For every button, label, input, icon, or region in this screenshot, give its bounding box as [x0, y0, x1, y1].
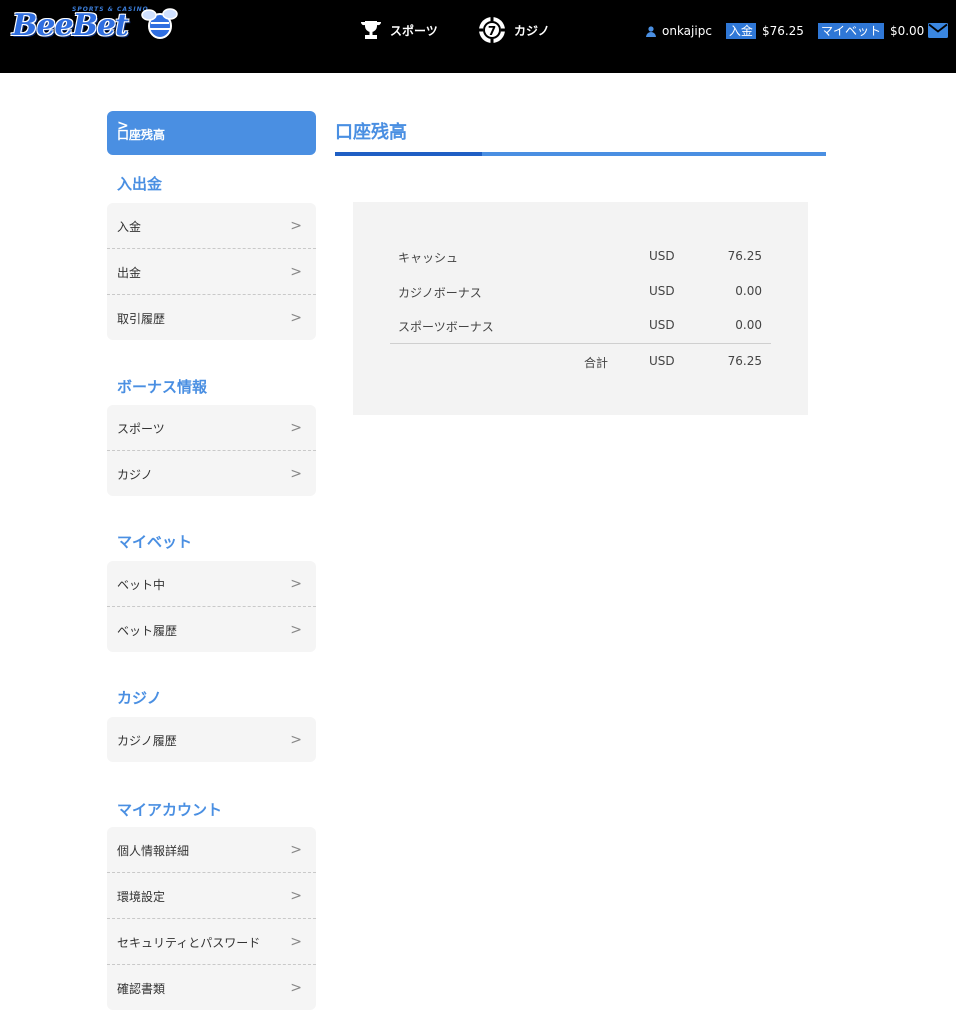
balance-value: 0.00 — [735, 318, 762, 332]
chevron-right-icon: > — [290, 309, 302, 326]
sidebar-item-label: カジノ — [117, 468, 153, 482]
section-title-casino: カジノ — [117, 689, 162, 707]
chevron-right-icon: > — [290, 979, 302, 996]
casino-chip-icon: 7 — [479, 17, 505, 43]
top-header: SPORTS & CASINO BeeBet スポーツ 7 カジノ onkaji… — [0, 0, 956, 73]
deposit-amount: $76.25 — [761, 24, 804, 38]
chevron-right-icon: > — [290, 887, 302, 904]
sidebar-item-label: スポーツ — [117, 422, 165, 436]
sidebar-item-verification-documents[interactable]: 確認書類 > — [107, 964, 316, 1010]
balance-total-row: 合計 USD 76.25 — [398, 354, 770, 374]
sidebar-item-security-password[interactable]: セキュリティとパスワード > — [107, 918, 316, 964]
sidebar-item-label: ベット中 — [117, 578, 166, 592]
sidebar-item-withdraw[interactable]: 出金 > — [107, 248, 316, 294]
sidebar-group-bonus-info: スポーツ > カジノ > — [107, 405, 316, 496]
balance-name: カジノボーナス — [398, 286, 482, 300]
sidebar-group-deposit-withdraw: 入金 > 出金 > 取引履歴 > — [107, 203, 316, 340]
balance-panel: キャッシュ USD 76.25 カジノボーナス USD 0.00 スポーツボーナ… — [353, 202, 808, 415]
sidebar-item-transaction-history[interactable]: 取引履歴 > — [107, 294, 316, 340]
chevron-right-icon: > — [117, 118, 129, 134]
trophy-icon — [360, 21, 382, 39]
sidebar-group-my-account: 個人情報詳細 > 環境設定 > セキュリティとパスワード > 確認書類 > — [107, 827, 316, 1010]
sidebar-item-casino-bonus[interactable]: カジノ > — [107, 450, 316, 496]
chevron-right-icon: > — [290, 621, 302, 638]
sidebar-group-my-bets: ベット中 > ベット履歴 > — [107, 561, 316, 652]
balance-currency: USD — [649, 249, 675, 263]
sidebar-item-deposit[interactable]: 入金 > — [107, 203, 316, 248]
nav-sports[interactable]: スポーツ — [360, 16, 438, 44]
sidebar-item-label: 入金 — [117, 220, 142, 234]
chevron-right-icon: > — [290, 465, 302, 482]
sidebar-item-bet-history[interactable]: ベット履歴 > — [107, 606, 316, 652]
sidebar-item-label: 出金 — [117, 266, 142, 280]
sidebar-item-casino-history[interactable]: カジノ履歴 > — [107, 717, 316, 762]
section-title-deposit-withdraw: 入出金 — [117, 175, 163, 193]
sidebar-item-label: 確認書類 — [117, 982, 166, 996]
sidebar-item-label: セキュリティとパスワード — [117, 936, 261, 950]
balance-value: 76.25 — [727, 249, 762, 263]
sidebar-item-label: 取引履歴 — [117, 312, 166, 326]
nav-casino[interactable]: 7 カジノ — [478, 16, 550, 44]
balance-row: キャッシュ USD 76.25 — [398, 249, 770, 269]
balance-value: 0.00 — [735, 284, 762, 298]
chevron-right-icon: > — [290, 575, 302, 592]
balance-name: キャッシュ — [398, 251, 459, 265]
section-title-bonus-info: ボーナス情報 — [117, 378, 208, 396]
chevron-right-icon: > — [290, 841, 302, 858]
username[interactable]: onkajipc — [662, 24, 712, 38]
bee-mascot-icon — [141, 8, 178, 39]
logo-text: BeeBet — [12, 8, 129, 43]
beebet-logo[interactable]: SPORTS & CASINO BeeBet — [12, 4, 178, 44]
nav-casino-label: カジノ — [514, 23, 550, 38]
chevron-right-icon: > — [290, 731, 302, 748]
page-title: 口座残高 — [335, 122, 407, 143]
chevron-right-icon: > — [290, 217, 302, 234]
sidebar-item-label: 環境設定 — [117, 890, 166, 904]
user-area: onkajipc 入金 $76.25 マイベット $0.00 — [646, 22, 938, 40]
balance-currency: USD — [649, 284, 675, 298]
total-value: 76.25 — [727, 354, 762, 368]
title-underline — [335, 152, 826, 156]
balance-name: スポーツボーナス — [398, 320, 494, 334]
section-title-my-bets: マイベット — [117, 533, 193, 551]
sidebar-item-label: 個人情報詳細 — [117, 844, 190, 858]
balance-row: カジノボーナス USD 0.00 — [398, 284, 770, 304]
sidebar-group-casino: カジノ履歴 > — [107, 717, 316, 762]
sidebar-item-personal-details[interactable]: 個人情報詳細 > — [107, 827, 316, 872]
total-divider — [390, 343, 771, 344]
sidebar-item-account-balance[interactable]: 口座残高 > — [107, 111, 316, 155]
sidebar-item-label: ベット履歴 — [117, 624, 178, 638]
mybet-amount: $0.00 — [889, 24, 925, 38]
total-label: 合計 — [584, 356, 609, 370]
svg-text:7: 7 — [488, 24, 496, 38]
chevron-right-icon: > — [290, 263, 302, 280]
sidebar-item-sports-bonus[interactable]: スポーツ > — [107, 405, 316, 450]
mail-icon[interactable] — [928, 23, 948, 38]
balance-currency: USD — [649, 318, 675, 332]
title-underline-accent — [335, 152, 482, 156]
total-currency: USD — [649, 354, 675, 368]
nav-sports-label: スポーツ — [390, 23, 438, 38]
sidebar-item-open-bets[interactable]: ベット中 > — [107, 561, 316, 606]
sidebar-item-label: カジノ履歴 — [117, 734, 177, 748]
user-icon — [646, 25, 656, 37]
deposit-label[interactable]: 入金 — [725, 23, 756, 39]
balance-row: スポーツボーナス USD 0.00 — [398, 318, 770, 338]
chevron-right-icon: > — [290, 419, 302, 436]
section-title-my-account: マイアカウント — [117, 801, 223, 819]
chevron-right-icon: > — [290, 933, 302, 950]
mybet-label[interactable]: マイベット — [817, 23, 884, 39]
sidebar-item-preferences[interactable]: 環境設定 > — [107, 872, 316, 918]
